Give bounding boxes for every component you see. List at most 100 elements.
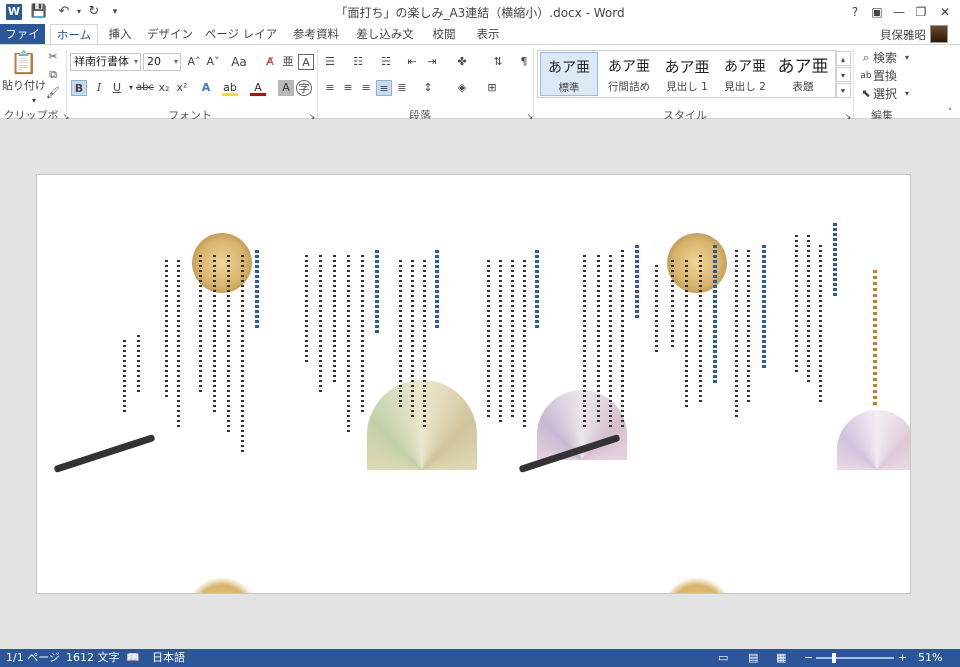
align-center-icon[interactable]: ≡ [340, 80, 356, 96]
sort-icon[interactable]: ⇅ [490, 54, 506, 70]
save-icon[interactable]: 💾 [30, 3, 48, 21]
chevron-down-icon[interactable]: ▾ [899, 50, 915, 66]
text-effects-icon[interactable]: A [198, 80, 214, 96]
tab-design[interactable]: デザイン [146, 24, 194, 44]
body-text-line [609, 255, 612, 430]
document-page[interactable] [36, 174, 911, 594]
character-shading-icon[interactable]: A [278, 80, 294, 96]
style-title[interactable]: あア亜 表題 [774, 52, 832, 96]
web-layout-icon[interactable]: ▦ [776, 649, 786, 667]
body-text-line [807, 235, 810, 385]
character-border-icon[interactable]: A [298, 54, 314, 70]
tab-references[interactable]: 参考資料 [290, 24, 342, 44]
style-heading-1[interactable]: あア亜 見出し 1 [658, 52, 716, 96]
body-text-line [333, 255, 336, 385]
minimize-button[interactable]: — [888, 0, 910, 24]
fan-illustration [367, 380, 477, 470]
chevron-down-icon[interactable]: ▾ [174, 54, 178, 70]
print-layout-icon[interactable]: ▤ [748, 649, 758, 667]
decrease-indent-icon[interactable]: ⇤ [404, 54, 420, 70]
customize-qat-icon[interactable]: ▾ [106, 3, 124, 21]
ribbon-display-options-icon[interactable]: ▣ [866, 0, 888, 24]
line-spacing-icon[interactable]: ↕ [420, 80, 436, 96]
font-name-field[interactable]: 祥南行書体 ▾ [70, 53, 141, 71]
restore-button[interactable]: ❐ [910, 0, 932, 24]
replace-button[interactable]: 置換 [873, 68, 899, 84]
help-button[interactable]: ? [844, 0, 866, 24]
clear-format-icon[interactable]: A̸ [262, 54, 278, 70]
zoom-slider-track[interactable] [816, 657, 894, 659]
chevron-down-icon[interactable]: ▾ [899, 86, 915, 102]
bold-button[interactable]: B [71, 80, 87, 96]
replace-icon[interactable]: ab [858, 68, 874, 84]
tab-page-layout[interactable]: ページ レイアウト [203, 24, 279, 61]
styles-scroll-up-icon[interactable]: ▴ [835, 51, 851, 66]
tab-view[interactable]: 表示 [472, 24, 504, 44]
bullets-icon[interactable]: ☰ [322, 54, 338, 70]
cut-icon[interactable]: ✂ [45, 49, 61, 65]
flower-illustration [667, 233, 727, 293]
body-text-line [487, 260, 490, 420]
distributed-icon[interactable]: ≣ [394, 80, 410, 96]
font-size-field[interactable]: 20 ▾ [143, 53, 181, 71]
align-right-icon[interactable]: ≡ [358, 80, 374, 96]
shading-icon[interactable]: ◈ [454, 80, 470, 96]
chevron-down-icon[interactable]: ▾ [134, 54, 138, 70]
select-icon[interactable]: ⬉ [858, 86, 874, 102]
word-logo-icon[interactable]: W [6, 4, 22, 20]
search-icon[interactable]: ⌕ [858, 50, 874, 66]
paste-icon[interactable]: 📋 [10, 50, 38, 78]
word-count[interactable]: 1612 文字 [66, 649, 120, 667]
find-button[interactable]: 検索 [873, 50, 899, 66]
read-mode-icon[interactable]: ▭ [718, 649, 728, 667]
redo-icon[interactable]: ↻ [85, 3, 103, 21]
avatar[interactable] [930, 25, 948, 43]
show-marks-icon[interactable]: ¶ [516, 54, 532, 70]
multilevel-list-icon[interactable]: ☵ [378, 54, 394, 70]
zoom-level[interactable]: 51% [918, 649, 942, 667]
body-text-line [165, 260, 168, 400]
close-button[interactable]: ✕ [934, 0, 956, 24]
style-heading-2[interactable]: あア亜 見出し 2 [716, 52, 774, 96]
align-left-icon[interactable]: ≡ [322, 80, 338, 96]
highlight-icon[interactable]: ab [222, 80, 238, 96]
justify-icon[interactable]: ≡ [376, 80, 392, 96]
page-count[interactable]: 1/1 ページ [6, 649, 60, 667]
paste-button[interactable]: 貼り付け [2, 78, 46, 94]
zoom-slider-thumb[interactable] [832, 653, 836, 663]
increase-indent-icon[interactable]: ⇥ [424, 54, 440, 70]
numbering-icon[interactable]: ☷ [350, 54, 366, 70]
tab-file[interactable]: ファイル [0, 24, 45, 61]
style-no-spacing[interactable]: あア亜 行間詰め [600, 52, 658, 96]
styles-more-icon[interactable]: ⯆ [835, 83, 851, 98]
asian-layout-icon[interactable]: ✤ [454, 54, 470, 70]
body-text-line [411, 260, 414, 420]
shrink-font-icon[interactable]: A˅ [205, 54, 221, 70]
font-color-icon[interactable]: A [250, 80, 266, 96]
change-case-button[interactable]: Aa [225, 54, 253, 70]
user-name[interactable]: 貝保雅昭 [880, 27, 926, 43]
grow-font-icon[interactable]: A˄ [186, 54, 202, 70]
language-indicator[interactable]: 日本語 [152, 649, 185, 667]
copy-icon[interactable]: ⧉ [45, 67, 61, 83]
italic-button[interactable]: I [91, 80, 107, 96]
strikethrough-button[interactable]: abc [135, 80, 155, 96]
style-normal[interactable]: あア亜 標準 [540, 52, 598, 96]
zoom-in-button[interactable]: + [898, 649, 907, 667]
phonetic-guide-icon[interactable]: 亜 [280, 54, 296, 70]
superscript-button[interactable]: x² [174, 80, 190, 96]
styles-scroll-down-icon[interactable]: ▾ [835, 67, 851, 82]
subscript-button[interactable]: x₂ [156, 80, 172, 96]
enclose-characters-icon[interactable]: 字 [296, 80, 312, 96]
tab-review[interactable]: 校閲 [428, 24, 460, 44]
tab-insert[interactable]: 挿入 [104, 24, 136, 44]
format-painter-icon[interactable]: 🖌 [45, 85, 61, 101]
zoom-out-button[interactable]: − [804, 649, 813, 667]
proofing-icon[interactable]: 📖 [126, 649, 140, 667]
select-button[interactable]: 選択 [873, 86, 899, 102]
tab-home[interactable]: ホーム [50, 24, 98, 44]
borders-icon[interactable]: ⊞ [484, 80, 500, 96]
tab-mailings[interactable]: 差し込み文書 [353, 24, 417, 61]
group-separator [66, 49, 67, 117]
document-area[interactable] [0, 119, 960, 649]
